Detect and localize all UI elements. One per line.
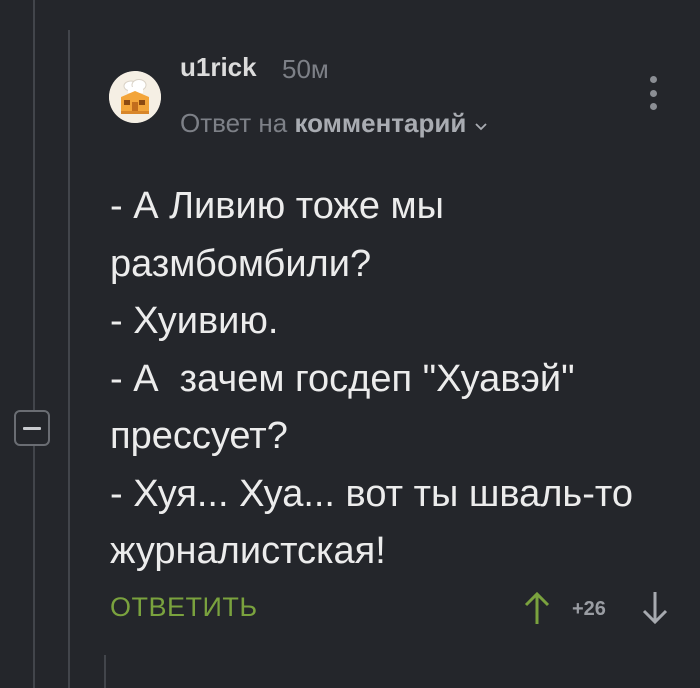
reply-to-prefix: Ответ на [180,108,288,138]
more-options-button[interactable] [648,76,658,110]
comment-line: - Хуя... Хуа... вот ты шваль-то [110,472,633,515]
reply-button[interactable]: ОТВЕТИТЬ [110,592,258,623]
reply-to-info: Ответ на комментарий [180,108,488,139]
more-vertical-icon-dot [649,89,657,97]
downvote-button[interactable] [640,590,670,626]
avatar[interactable] [109,71,161,123]
collapse-minus-icon [23,426,41,430]
comment-line: - А зачем госдеп "Хуавэй" [110,357,575,400]
comment-line: прессует? [110,415,288,457]
upvote-button[interactable] [522,590,552,626]
more-vertical-icon-dot [649,103,657,110]
comment-line: - Хуивию. [110,300,279,342]
collapse-thread-button[interactable] [14,410,50,446]
arrow-down-icon [642,592,668,625]
arrow-up-icon [524,591,550,624]
thread-line-inner [68,30,70,688]
reply-to-link[interactable]: комментарий [294,108,466,138]
comment-time: 50м [282,54,329,84]
comment-body: - А Ливию тоже мы размбомбили? - Хуивию.… [110,178,690,581]
thread-line-next [104,655,106,688]
chevron-down-icon[interactable] [474,116,488,136]
thread-line-outer-lower [33,446,35,688]
comment-line: размбомбили? [110,242,372,285]
avatar-chef-house-icon [109,71,161,123]
rating-count: +26 [572,598,606,620]
comment-line: - А Ливию тоже мы [110,185,444,227]
comment-author[interactable]: u1rick [180,52,257,83]
more-vertical-icon [649,76,657,83]
comment-line: журналистская! [110,530,386,572]
thread-line-outer [33,0,35,410]
